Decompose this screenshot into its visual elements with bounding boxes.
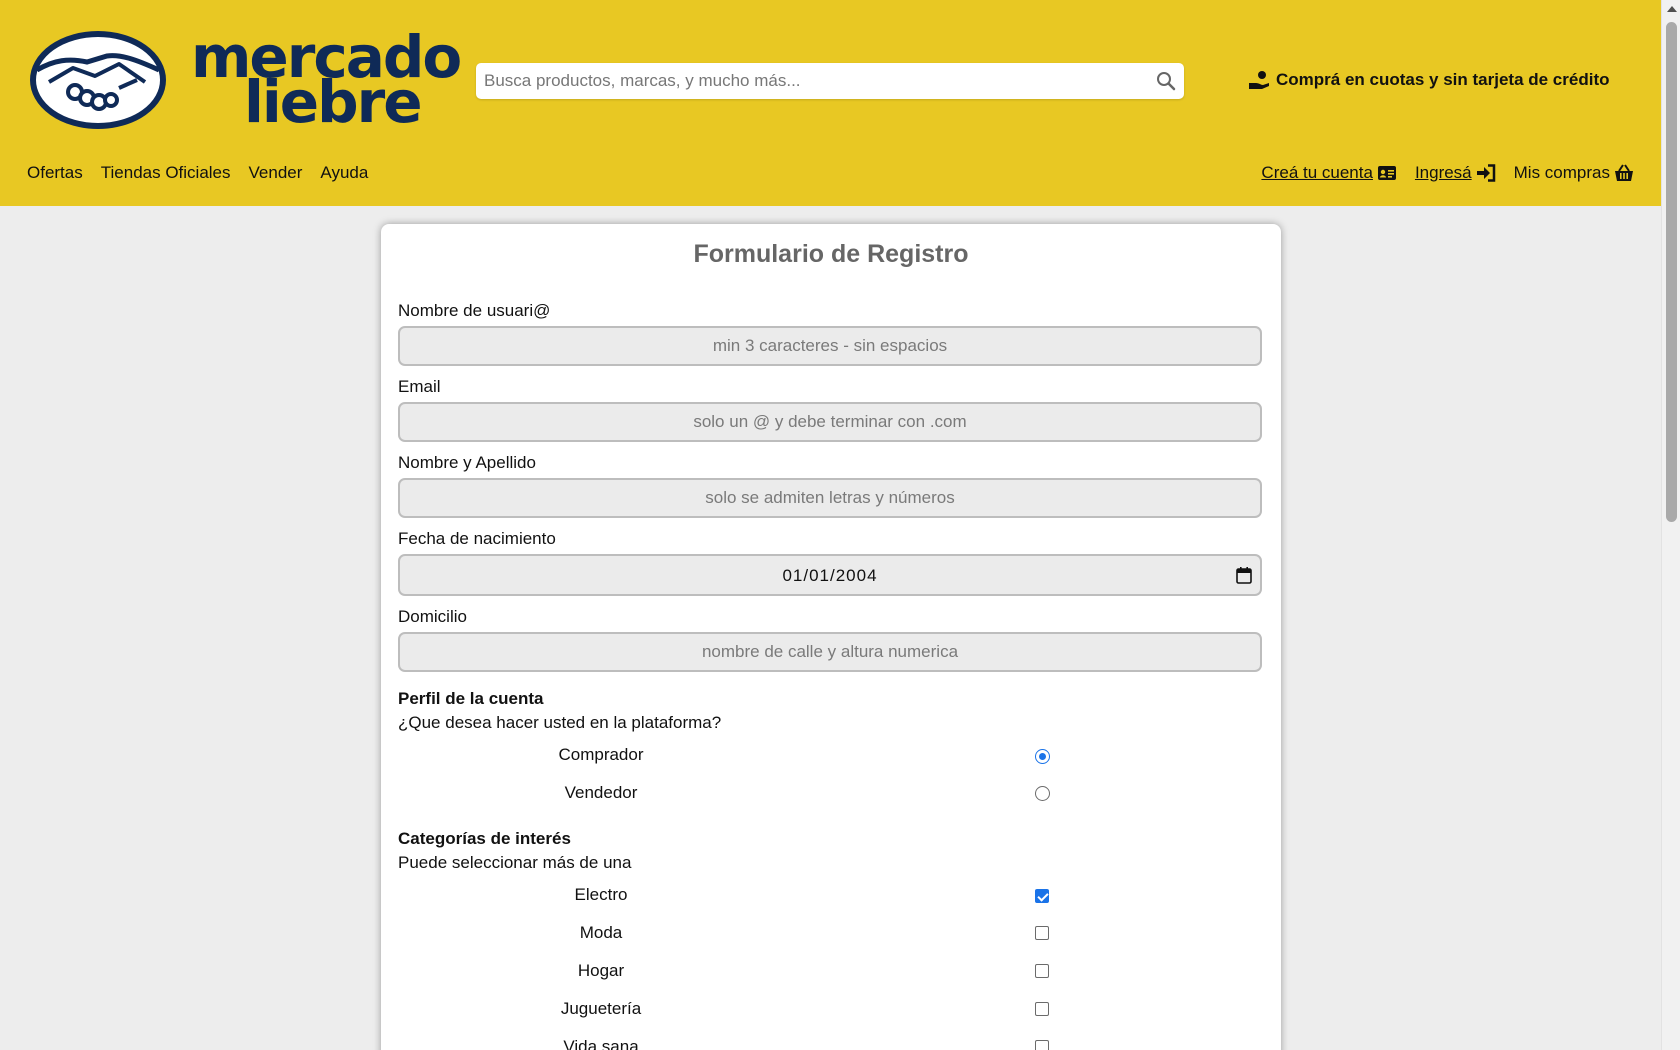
search-input[interactable] [484, 63, 1144, 99]
promo-text: Comprá en cuotas y sin tarjeta de crédit… [1276, 70, 1610, 89]
scroll-thumb[interactable] [1666, 22, 1677, 522]
username-input[interactable] [398, 326, 1262, 366]
my-purchases-label: Mis compras [1513, 163, 1610, 182]
login-link[interactable]: Ingresá [1415, 163, 1496, 183]
checkbox-electro[interactable] [1035, 889, 1049, 903]
birthdate-label: Fecha de nacimiento [398, 529, 556, 548]
nav-ayuda[interactable]: Ayuda [320, 163, 368, 183]
form-title: Formulario de Registro [693, 240, 969, 268]
radio-vendedor[interactable] [1035, 786, 1050, 801]
calendar-icon[interactable] [1236, 567, 1252, 584]
create-account-link[interactable]: Creá tu cuenta [1261, 163, 1397, 183]
nav-vender[interactable]: Vender [249, 163, 303, 183]
page-scrollbar[interactable] [1661, 0, 1680, 1050]
profile-question: ¿Que desea hacer usted en la plataforma? [398, 713, 722, 732]
login-label: Ingresá [1414, 163, 1472, 182]
categories-section-title: Categorías de interés [398, 829, 571, 848]
category-option-label: Hogar [577, 961, 625, 980]
category-option-label: Moda [579, 923, 623, 942]
sign-in-icon [1476, 164, 1495, 182]
address-input[interactable] [398, 632, 1262, 672]
mercado-liebre-logo[interactable]: mercado liebre [29, 28, 462, 136]
fullname-label: Nombre y Apellido [398, 453, 536, 472]
logo-text-liebre: liebre [244, 68, 423, 136]
profile-section-title: Perfil de la cuenta [398, 689, 544, 708]
search-icon[interactable] [1156, 71, 1176, 91]
site-header: mercado liebre Comprá en cuotas y sin ta… [0, 0, 1661, 206]
birthdate-input[interactable]: 01/01/2004 [398, 554, 1262, 596]
radio-comprador[interactable] [1035, 749, 1050, 764]
email-label: Email [398, 377, 441, 396]
create-account-label: Creá tu cuenta [1261, 163, 1373, 182]
basket-icon [1615, 164, 1633, 181]
fullname-input[interactable] [398, 478, 1262, 518]
account-nav: Creá tu cuenta Ingresá Mis compras [1261, 163, 1634, 183]
nav-tiendas-oficiales[interactable]: Tiendas Oficiales [101, 163, 231, 183]
email-input[interactable] [398, 402, 1262, 442]
main-nav: Ofertas Tiendas Oficiales Vender Ayuda [27, 163, 368, 183]
address-label: Domicilio [398, 607, 467, 626]
checkbox-jugueteria[interactable] [1035, 1002, 1049, 1016]
nav-ofertas[interactable]: Ofertas [27, 163, 83, 183]
checkbox-vida-sana[interactable] [1035, 1040, 1049, 1050]
checkbox-hogar[interactable] [1035, 964, 1049, 978]
profile-option-label: Comprador [558, 745, 644, 764]
category-option-label: Electro [574, 885, 628, 904]
registration-form: Formulario de Registro Nombre de usuari@… [381, 224, 1281, 1050]
id-card-icon [1377, 166, 1396, 180]
username-label: Nombre de usuari@ [398, 301, 551, 320]
hand-coin-icon [1249, 71, 1269, 89]
handshake-logo-icon [30, 31, 166, 129]
search-bar [476, 63, 1184, 99]
checkbox-moda[interactable] [1035, 926, 1049, 940]
scroll-up-arrow-icon[interactable] [1667, 6, 1677, 12]
installments-promo[interactable]: Comprá en cuotas y sin tarjeta de crédit… [1248, 68, 1609, 92]
categories-hint: Puede seleccionar más de una [398, 853, 632, 872]
profile-option-label: Vendedor [564, 783, 638, 802]
category-option-label: Juguetería [560, 999, 642, 1018]
my-purchases-link[interactable]: Mis compras [1514, 163, 1634, 183]
birthdate-value: 01/01/2004 [782, 566, 878, 585]
category-option-label: Vida sana [563, 1037, 639, 1050]
